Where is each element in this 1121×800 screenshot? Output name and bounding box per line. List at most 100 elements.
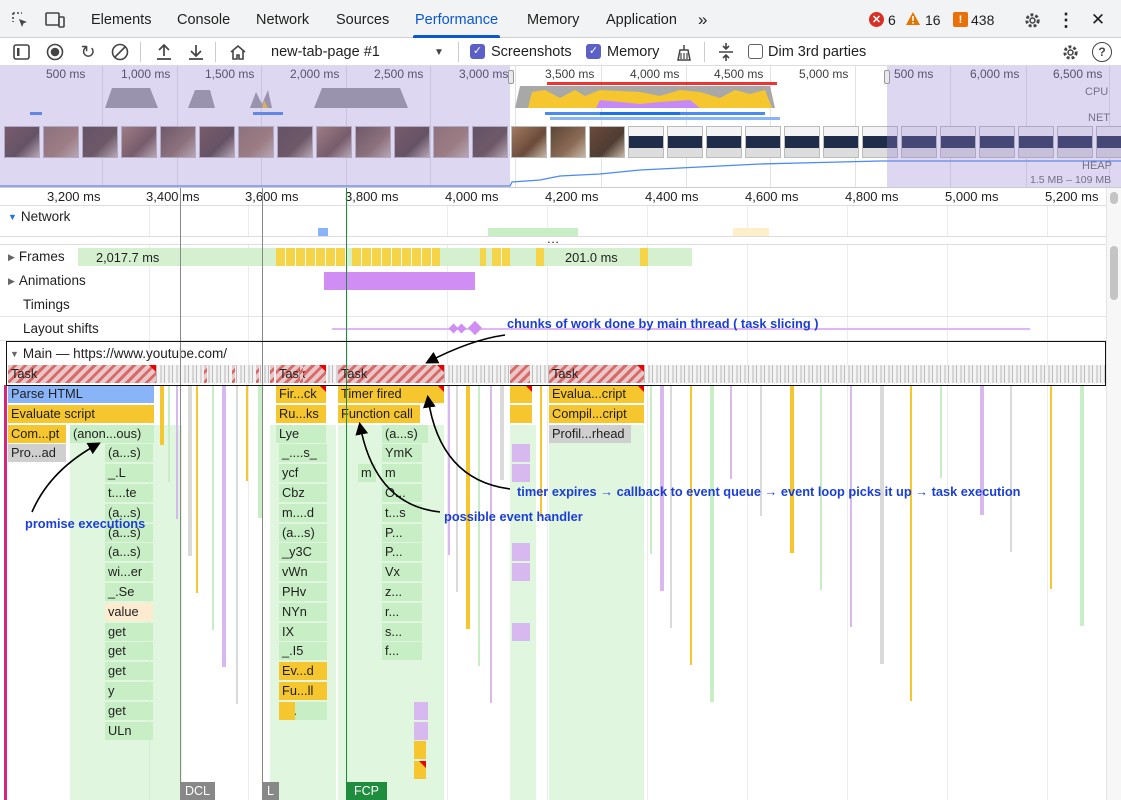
dim-3rd-parties-checkbox[interactable] (748, 44, 763, 59)
flame-entry[interactable]: ycf (279, 464, 327, 483)
flame-entry[interactable]: z... (382, 583, 422, 601)
flame-entry[interactable] (512, 543, 530, 562)
help-icon[interactable]: ? (1092, 42, 1112, 62)
flame-entry[interactable] (512, 563, 530, 582)
entry-profiling-overhead[interactable]: Profil...rhead (549, 424, 631, 443)
memory-checkbox[interactable]: ✓ (586, 44, 601, 59)
flame-entry[interactable]: get (105, 662, 153, 681)
flame-entry[interactable] (414, 701, 428, 720)
flame-entry[interactable]: _....s_ (279, 444, 327, 463)
flame-entry[interactable]: P... (382, 543, 422, 562)
flame-entry[interactable]: value (105, 602, 153, 621)
tab-elements[interactable]: Elements (91, 0, 151, 38)
flame-entry[interactable]: get (105, 701, 153, 720)
frame-block[interactable] (536, 248, 544, 266)
flame-entry[interactable]: m....d (279, 503, 327, 522)
entry-program[interactable]: Pro...ad (8, 444, 66, 463)
screenshot-thumbnail[interactable] (550, 126, 586, 158)
flame-entry[interactable]: vWn (279, 563, 327, 582)
network-track-header[interactable]: ▼ Network (8, 209, 70, 224)
entry-ru-ks[interactable]: Ru...ks (276, 404, 326, 423)
frame-block[interactable] (510, 248, 536, 266)
flame-entry[interactable]: Cbz (279, 484, 327, 502)
flame-entry[interactable]: m (358, 464, 376, 483)
scrollbar-thumb[interactable] (1110, 246, 1118, 300)
tab-application[interactable]: Application (606, 0, 677, 38)
more-tabs-button[interactable]: » (698, 0, 707, 38)
inspect-element-icon[interactable] (10, 10, 30, 30)
screenshots-checkbox[interactable]: ✓ (470, 44, 485, 59)
network-request-bar[interactable] (318, 228, 328, 236)
evaluate-script-entry[interactable]: Evaluate script (8, 404, 154, 423)
sidebar-toggle-icon[interactable] (12, 43, 30, 61)
track-resize-handle[interactable]: … (0, 232, 1106, 245)
flame-entry[interactable]: t...s (382, 503, 422, 522)
load-marker[interactable]: L (262, 782, 279, 800)
recording-select[interactable]: new-tab-page #1 (271, 38, 380, 66)
flame-entry[interactable]: O... (382, 484, 422, 502)
flame-entry[interactable]: s... (382, 622, 422, 641)
frame-block[interactable] (648, 248, 692, 266)
dcl-marker[interactable]: DCL (180, 782, 216, 800)
flame-entry[interactable]: Lye (276, 424, 326, 443)
screenshot-thumbnail[interactable] (628, 126, 664, 158)
flame-entry[interactable]: wi...er (105, 563, 153, 582)
frames-strip[interactable] (276, 248, 692, 266)
warning-icon[interactable] (905, 11, 921, 26)
flame-entry[interactable]: t....te (105, 484, 153, 502)
frames-track-header[interactable]: ▶ Frames (8, 249, 65, 264)
ruler-scrollbar-thumb[interactable] (1110, 192, 1118, 204)
flame-entry[interactable]: ULn (105, 721, 153, 740)
warning-count[interactable]: 16 (925, 12, 941, 28)
animations-track-header[interactable]: ▶ Animations (8, 273, 86, 288)
entry-anonymous[interactable]: (anon...ous) (70, 424, 154, 443)
screenshot-thumbnail[interactable] (784, 126, 820, 158)
layout-shift-marker[interactable] (456, 323, 467, 334)
entry-compile[interactable]: Com...pt (8, 424, 66, 443)
issues-icon[interactable]: ! (953, 12, 968, 27)
layout-shift-marker[interactable] (467, 320, 483, 336)
flame-entry[interactable]: (a...s) (105, 543, 153, 562)
flame-entry[interactable] (414, 741, 426, 760)
flame-entry[interactable] (279, 701, 295, 720)
flame-entry[interactable] (512, 444, 530, 463)
flame-entry[interactable]: _.Se (105, 583, 153, 601)
download-icon[interactable] (187, 43, 205, 61)
flame-entry[interactable]: f... (382, 642, 422, 661)
gear-icon[interactable] (1022, 10, 1042, 30)
screenshot-thumbnail[interactable] (589, 126, 625, 158)
record-icon[interactable] (46, 43, 64, 61)
frame-block[interactable] (276, 248, 346, 266)
screenshots-label[interactable]: Screenshots (491, 38, 572, 66)
flame-entry[interactable]: YmK (382, 444, 422, 463)
flame-entry[interactable]: PHv (279, 583, 327, 601)
device-toolbar-icon[interactable] (44, 10, 66, 30)
reload-icon[interactable]: ↻ (79, 42, 97, 62)
screenshot-thumbnail[interactable] (745, 126, 781, 158)
screenshot-thumbnail[interactable] (706, 126, 742, 158)
close-icon[interactable]: ✕ (1088, 10, 1108, 30)
frame-block[interactable] (492, 248, 510, 266)
flame-entry[interactable]: y (105, 682, 153, 700)
flame-entry[interactable] (512, 464, 530, 483)
flame-entry[interactable]: _.I5 (279, 642, 327, 661)
timeline-overview[interactable]: 500 ms 1,000 ms 1,500 ms 2,000 ms 2,500 ms 3,… (0, 66, 1121, 188)
function-call-entry[interactable]: Function call (338, 404, 420, 423)
flame-entry[interactable]: Ev...d (279, 662, 327, 681)
flame-entry[interactable] (414, 721, 428, 740)
fcp-marker[interactable]: FCP (346, 782, 387, 800)
flame-entry[interactable]: NYn (279, 602, 327, 621)
flame-entry[interactable]: _.L (105, 464, 153, 483)
right-selection-handle[interactable] (884, 70, 890, 84)
vertical-scrollbar[interactable] (1106, 188, 1121, 800)
flame-entry[interactable]: P... (382, 523, 422, 542)
left-selection-handle[interactable] (508, 70, 514, 84)
dim-3rd-parties-label[interactable]: Dim 3rd parties (768, 38, 866, 66)
tab-sources[interactable]: Sources (336, 0, 389, 38)
flame-entry[interactable]: _y3C (279, 543, 327, 562)
flame-entry[interactable]: (a...s) (382, 424, 428, 443)
screenshot-thumbnail[interactable] (823, 126, 859, 158)
frame-block[interactable] (640, 248, 648, 266)
upload-icon[interactable] (155, 43, 173, 61)
timer-fired-entry[interactable]: Timer fired (338, 385, 444, 403)
